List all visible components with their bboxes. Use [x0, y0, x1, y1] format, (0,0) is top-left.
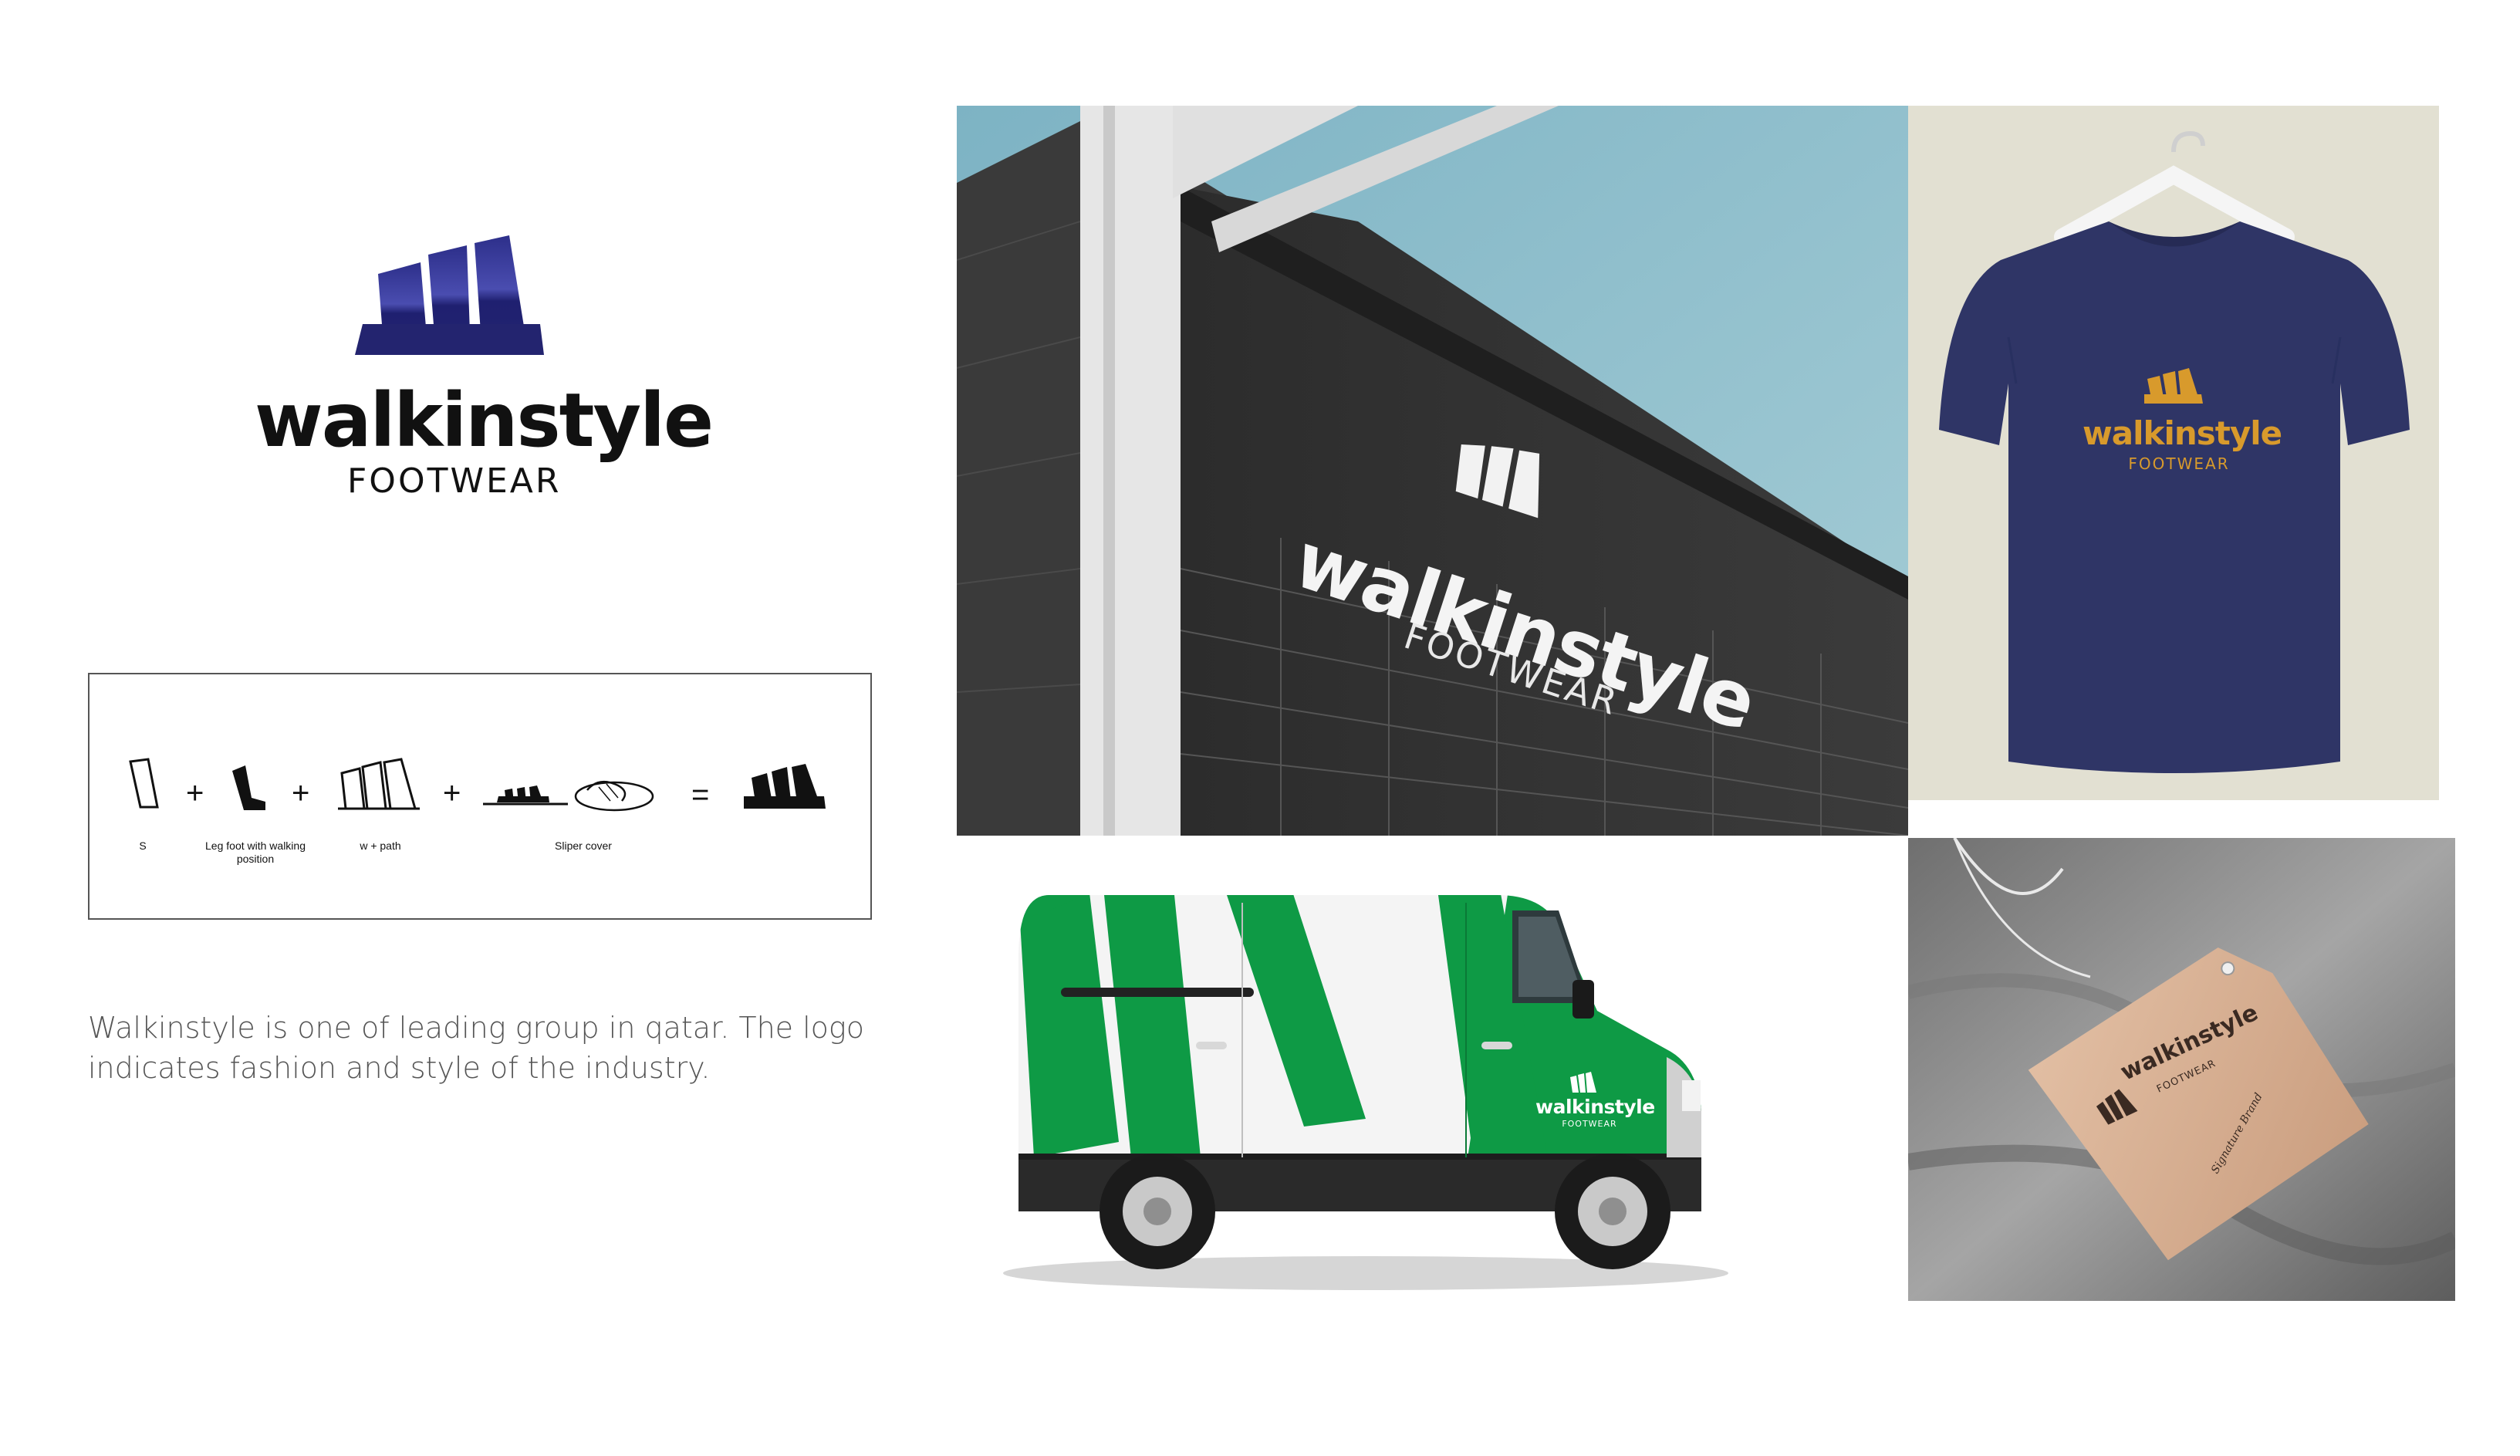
equals: = [691, 778, 710, 812]
final-mark-icon [744, 764, 826, 809]
hangtag-mockup: walkinstyle FOOTWEAR Signature Brand [1908, 838, 2455, 1301]
concept-label-s: S [139, 839, 147, 852]
tshirt-wordmark: walkinstyle [2083, 414, 2282, 452]
concept-label-w: w + path [360, 839, 401, 852]
leg-foot-icon [232, 765, 265, 810]
van-wordmark: walkinstyle [1535, 1096, 1655, 1118]
concept-label-leg: Leg foot with walking position [205, 839, 306, 865]
logo-concept-box: S + Leg foot with walking position + w +… [88, 673, 872, 920]
van-tagline: FOOTWEAR [1562, 1119, 1617, 1129]
tshirt-tagline: FOOTWEAR [2128, 454, 2230, 473]
van-illustration [1003, 895, 1728, 1290]
logo-mark-icon [355, 235, 544, 355]
concept-label-slipper: Sliper cover [555, 839, 612, 852]
plus-2: + [292, 776, 310, 810]
hangtag-illustration [1908, 838, 2455, 1301]
logo-wordmark: walkinstyle [255, 377, 714, 464]
plus-3: + [443, 776, 461, 810]
van-mockup: walkinstyle FOOTWEAR [1003, 864, 1867, 1296]
tshirt-illustration [1939, 130, 2410, 773]
plus-1: + [186, 776, 204, 810]
building-signage-mockup: walkinstyle FOOTWEAR [957, 106, 1908, 836]
primary-logo: walkinstyle FOOTWEAR [247, 231, 714, 509]
building-illustration [957, 106, 1908, 836]
slipper-icon [483, 780, 654, 812]
tshirt-mockup: walkinstyle FOOTWEAR [1908, 106, 2439, 800]
s-shape-icon [129, 758, 159, 809]
logo-tagline: FOOTWEAR [347, 461, 562, 501]
brand-description: Walkinstyle is one of leading group in q… [88, 1011, 864, 1085]
w-path-icon [338, 758, 420, 810]
